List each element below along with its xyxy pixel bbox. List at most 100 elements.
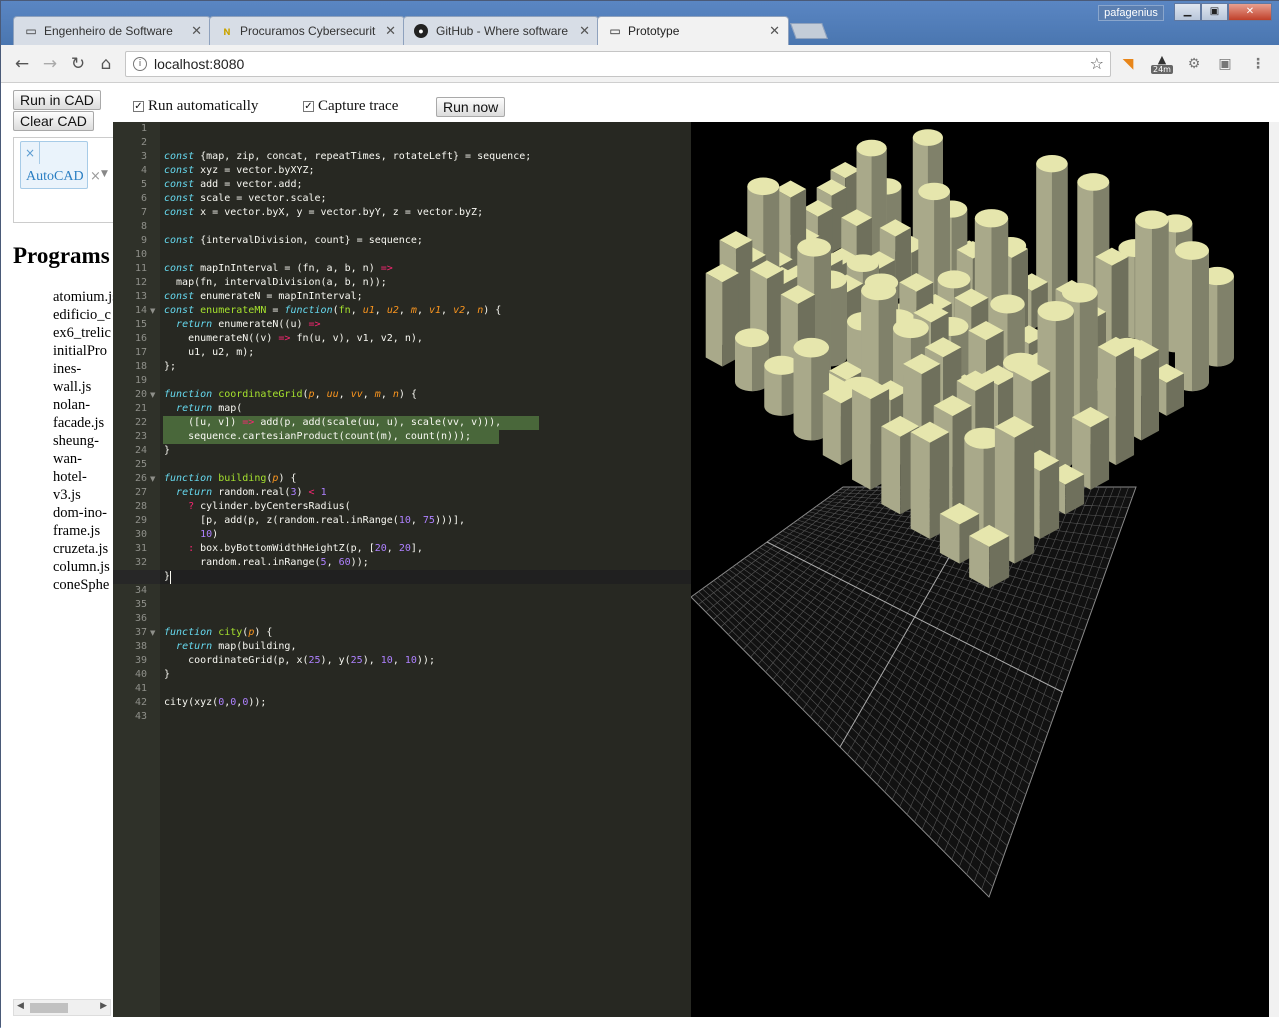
code-line[interactable]: return random.real(3) < 1 xyxy=(164,486,327,500)
tab-github[interactable]: ● GitHub - Where software ✕ xyxy=(403,16,599,45)
program-item-wrap[interactable]: v3.js xyxy=(53,486,113,504)
program-item[interactable]: dom-ino- xyxy=(53,504,113,522)
code-line[interactable]: const {intervalDivision, count} = sequen… xyxy=(164,234,423,248)
capture-trace-checkbox[interactable]: ✓ xyxy=(303,101,314,112)
code-line[interactable]: const {map, zip, concat, repeatTimes, ro… xyxy=(164,150,531,164)
city-scene[interactable] xyxy=(691,122,1269,1017)
code-line[interactable]: function coordinateGrid(p, uu, vv, m, n)… xyxy=(164,388,417,402)
code-line[interactable]: coordinateGrid(p, x(25), y(25), 10, 10))… xyxy=(164,654,435,668)
new-tab-button[interactable] xyxy=(790,23,828,39)
program-item[interactable]: initialPro xyxy=(53,342,113,360)
tab-title: Procuramos Cybersecurit xyxy=(240,24,376,38)
scroll-right-icon[interactable]: ▶ xyxy=(100,1001,107,1011)
run-in-cad-button[interactable]: Run in CAD xyxy=(13,90,101,110)
code-line[interactable]: const scale = vector.scale; xyxy=(164,192,327,206)
code-line[interactable]: city(xyz(0,0,0)); xyxy=(164,696,266,710)
remove-tag-icon[interactable]: × xyxy=(25,146,35,160)
program-item[interactable]: column.js xyxy=(53,558,113,576)
program-item[interactable]: ex6_trelic xyxy=(53,324,113,342)
scroll-left-icon[interactable]: ◀ xyxy=(17,1001,24,1011)
extension-gear-icon[interactable]: ⚙ xyxy=(1185,55,1203,73)
run-now-button[interactable]: Run now xyxy=(436,97,506,117)
close-tab-icon[interactable]: ✕ xyxy=(579,23,590,39)
code-line[interactable]: ? cylinder.byCentersRadius( xyxy=(164,500,351,514)
vertical-scrollbar[interactable] xyxy=(1269,122,1279,1017)
code-line[interactable]: map(fn, intervalDivision(a, b, n)); xyxy=(164,276,387,290)
profile-button[interactable]: pafagenius xyxy=(1098,5,1164,21)
code-line[interactable]: const xyz = vector.byXYZ; xyxy=(164,164,315,178)
fold-toggle-icon[interactable]: ▼ xyxy=(150,472,159,486)
program-item[interactable]: cruzeta.js xyxy=(53,540,113,558)
fold-toggle-icon[interactable]: ▼ xyxy=(150,304,159,318)
run-automatically-checkbox[interactable]: ✓ xyxy=(133,101,144,112)
code-editor[interactable]: 1 2 3 4 5 6 7 8 9 10 11 12 13 14 ▼ 15 16 17 18 19 20 ▼ 21 22 23 2… xyxy=(113,122,691,1017)
scrollbar-thumb[interactable] xyxy=(30,1003,68,1013)
code-line[interactable]: [p, add(p, z(random.real.inRange(10, 75)… xyxy=(164,514,465,528)
bookmark-star-icon[interactable]: ☆ xyxy=(1090,54,1104,73)
back-icon[interactable]: ← xyxy=(11,53,33,75)
program-item-wrap[interactable]: facade.js xyxy=(53,414,113,432)
code-line[interactable]: u1, u2, m); xyxy=(164,346,254,360)
program-item[interactable]: atomium.js xyxy=(53,288,113,306)
forward-icon[interactable]: → xyxy=(39,53,61,75)
code-line[interactable]: enumerateN((v) => fn(u, v), v1, v2, n), xyxy=(164,332,423,346)
line-number: 20 xyxy=(134,389,147,400)
minimize-button[interactable]: ▁ xyxy=(1174,3,1201,21)
program-item-wrap[interactable]: wall.js xyxy=(53,378,113,396)
code-line[interactable]: 10) xyxy=(164,528,218,542)
feed-icon[interactable]: ▣ xyxy=(1216,55,1234,73)
tab-engenheiro[interactable]: ▭ Engenheiro de Software ✕ xyxy=(13,16,211,45)
code-line[interactable]: const add = vector.add; xyxy=(164,178,302,192)
address-bar[interactable]: i localhost:8080 ☆ xyxy=(125,51,1111,77)
window-close-button[interactable]: ✕ xyxy=(1228,3,1272,21)
code-line[interactable]: : box.byBottomWidthHeightZ(p, [20, 20], xyxy=(164,542,423,556)
code-line[interactable]: const enumerateMN = function(fn, u1, u2,… xyxy=(164,304,501,318)
code-line[interactable]: }; xyxy=(164,360,176,374)
rss-icon[interactable]: ◥ xyxy=(1119,55,1137,73)
home-icon[interactable]: ⌂ xyxy=(95,53,117,75)
reload-icon[interactable]: ↻ xyxy=(67,53,89,75)
3d-viewport[interactable] xyxy=(691,122,1269,1017)
extension-timer-icon[interactable]: ▲ 24m xyxy=(1151,54,1173,74)
program-item-wrap[interactable]: wan- xyxy=(53,450,113,468)
code-line[interactable]: return enumerateN((u) => xyxy=(164,318,321,332)
code-line[interactable]: random.real.inRange(5, 60)); xyxy=(164,556,369,570)
dropdown-arrow-icon[interactable]: ▼ xyxy=(101,169,108,179)
code-line[interactable]: ([u, v]) => add(p, add(scale(uu, u), sca… xyxy=(164,416,501,430)
menu-icon[interactable]: ⋮ xyxy=(1249,55,1267,73)
close-tab-icon[interactable]: ✕ xyxy=(385,23,396,39)
code-line[interactable]: return map( xyxy=(164,402,242,416)
clear-selection-icon[interactable]: × xyxy=(90,169,101,184)
program-item[interactable]: nolan- xyxy=(53,396,113,414)
info-icon[interactable]: i xyxy=(133,57,147,71)
clear-cad-button[interactable]: Clear CAD xyxy=(13,111,94,131)
code-line[interactable]: sequence.cartesianProduct(count(m), coun… xyxy=(164,430,471,444)
fold-toggle-icon[interactable]: ▼ xyxy=(150,626,159,640)
close-tab-icon[interactable]: ✕ xyxy=(191,23,202,39)
capture-trace-option[interactable]: ✓ Capture trace xyxy=(303,98,398,115)
code-line[interactable]: } xyxy=(164,444,170,458)
code-line[interactable]: function building(p) { xyxy=(164,472,297,486)
code-line[interactable]: const x = vector.byX, y = vector.byY, z … xyxy=(164,206,483,220)
close-tab-icon[interactable]: ✕ xyxy=(769,23,780,39)
code-line[interactable]: function city(p) { xyxy=(164,626,272,640)
line-number: 35 xyxy=(134,599,147,610)
url-text[interactable]: localhost:8080 xyxy=(154,56,244,72)
program-item[interactable]: sheung- xyxy=(53,432,113,450)
code-line[interactable]: const mapInInterval = (fn, a, b, n) => xyxy=(164,262,393,276)
program-item-wrap[interactable]: hotel- xyxy=(53,468,113,486)
program-item[interactable]: ines- xyxy=(53,360,113,378)
tab-prototype[interactable]: ▭ Prototype ✕ xyxy=(597,16,789,45)
maximize-button[interactable]: ▣ xyxy=(1201,3,1228,21)
run-automatically-option[interactable]: ✓ Run automatically xyxy=(133,98,258,115)
program-item[interactable]: coneSphe xyxy=(53,576,113,594)
horizontal-scrollbar[interactable]: ◀ ▶ xyxy=(13,999,111,1016)
code-line[interactable]: } xyxy=(164,668,170,682)
fold-toggle-icon[interactable]: ▼ xyxy=(150,388,159,402)
program-item-wrap[interactable]: frame.js xyxy=(53,522,113,540)
program-item[interactable]: edificio_c xyxy=(53,306,113,324)
building-box-left xyxy=(822,393,841,466)
code-line[interactable]: return map(building, xyxy=(164,640,296,654)
code-line[interactable]: const enumerateN = mapInInterval; xyxy=(164,290,363,304)
tab-procuramos[interactable]: ɴ Procuramos Cybersecurit ✕ xyxy=(209,16,405,45)
